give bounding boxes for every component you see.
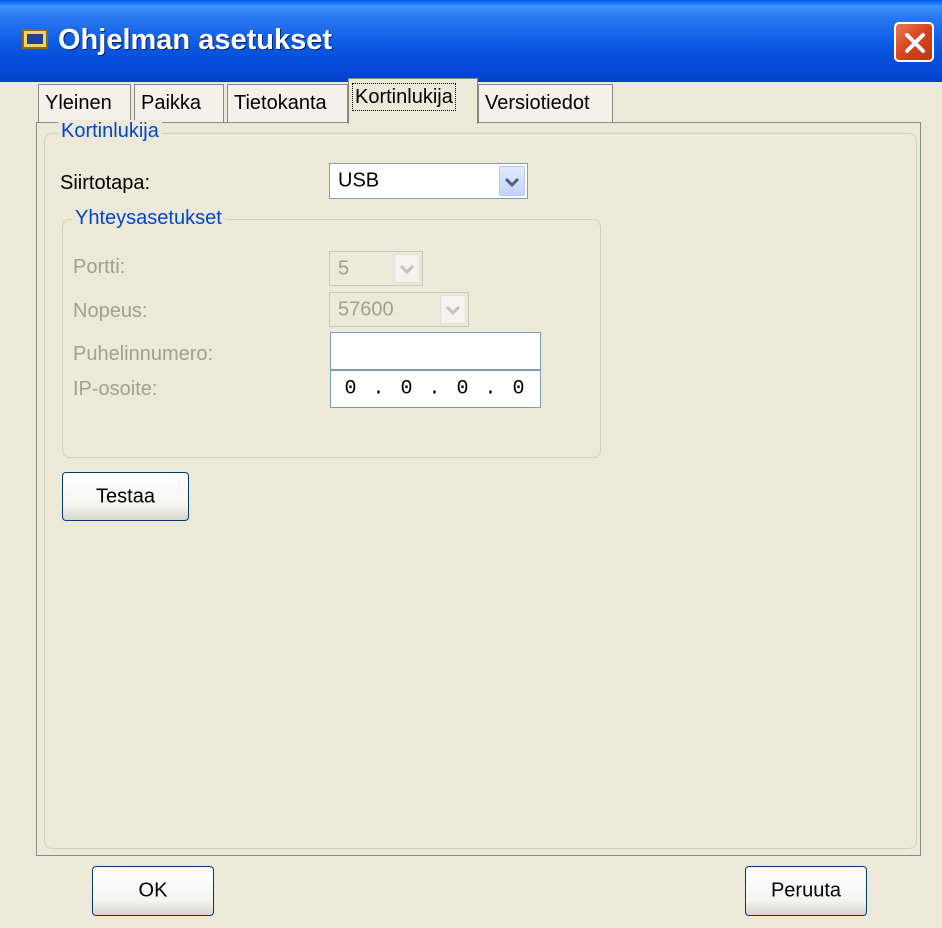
speed-label: Nopeus: — [73, 300, 148, 322]
transfer-select[interactable]: USB — [329, 163, 528, 199]
port-value: 5 — [338, 257, 350, 279]
port-label: Portti: — [73, 256, 126, 278]
title-bar[interactable]: Ohjelman asetukset — [0, 0, 942, 82]
chevron-down-icon[interactable] — [499, 166, 525, 196]
tab-yleinen[interactable]: Yleinen — [38, 84, 131, 122]
transfer-value: USB — [338, 169, 380, 192]
close-button[interactable] — [894, 22, 934, 62]
connection-group-label: Yhteysasetukset — [72, 207, 225, 230]
reader-group-label: Kortinlukija — [58, 120, 162, 143]
tab-paikka[interactable]: Paikka — [134, 84, 224, 122]
transfer-label: Siirtotapa: — [60, 172, 151, 194]
tab-kortinlukija[interactable]: Kortinlukija — [348, 78, 478, 124]
app-icon — [22, 29, 48, 49]
tab-tietokanta[interactable]: Tietokanta — [227, 84, 348, 122]
speed-select[interactable]: 57600 — [329, 292, 469, 327]
tab-strip: Yleinen Paikka Tietokanta Kortinlukija V… — [0, 78, 942, 124]
phone-input[interactable] — [330, 332, 541, 370]
chevron-down-icon[interactable] — [440, 295, 466, 324]
speed-value: 57600 — [338, 298, 394, 320]
port-select[interactable]: 5 — [329, 251, 423, 286]
close-icon — [905, 33, 925, 53]
window-title: Ohjelman asetukset — [58, 24, 332, 56]
chevron-down-icon[interactable] — [394, 254, 420, 283]
cancel-button[interactable]: Peruuta — [745, 866, 867, 916]
test-button[interactable]: Testaa — [62, 472, 189, 521]
ip-address-input[interactable]: 0 . 0 . 0 . 0 — [330, 370, 541, 408]
tab-versiotiedot[interactable]: Versiotiedot — [478, 84, 613, 122]
ip-label: IP-osoite: — [73, 378, 158, 400]
ip-address-value: 0 . 0 . 0 . 0 — [344, 377, 527, 401]
settings-dialog: Ohjelman asetukset Yleinen Paikka Tietok… — [0, 0, 942, 928]
phone-label: Puhelinnumero: — [73, 343, 214, 365]
ok-button[interactable]: OK — [92, 866, 214, 916]
